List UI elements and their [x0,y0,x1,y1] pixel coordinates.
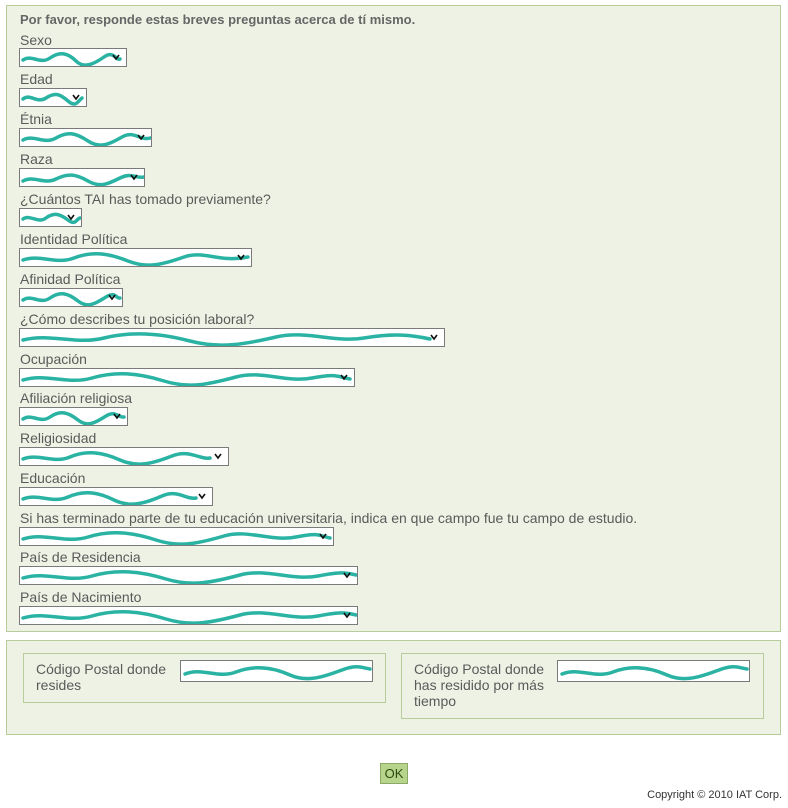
select-posicion-laboral[interactable] [19,328,445,347]
select-afiliacion-religiosa[interactable] [19,407,128,426]
chevron-down-icon [67,214,75,221]
label-ocupacion: Ocupación [20,351,87,367]
label-sexo: Sexo [20,32,52,48]
select-pais-residencia[interactable] [19,566,358,585]
chevron-down-icon [343,612,351,619]
select-ocupacion[interactable] [19,368,355,387]
label-etnia: Étnia [20,111,52,127]
label-educacion: Educación [20,470,86,486]
chevron-down-icon [113,413,121,420]
copyright-text: Copyright © 2010 IAT Corp. [647,789,782,801]
label-campo-estudio: Si has terminado parte de tu educación u… [20,510,638,526]
chevron-down-icon [319,533,327,540]
chevron-down-icon [72,94,80,101]
label-afiliacion-religiosa: Afiliación religiosa [20,390,133,406]
chevron-down-icon [430,334,438,341]
label-pais-nacimiento: País de Nacimiento [20,589,142,605]
redaction-scribble [560,665,749,681]
zip-longest-group: Código Postal donde has residido por más… [401,653,764,719]
chevron-down-icon [237,254,245,261]
select-religiosidad[interactable] [19,447,229,466]
postal-code-panel: Código Postal donde resides Código Posta… [6,640,781,735]
ok-button[interactable]: OK [380,763,408,784]
select-campo-estudio[interactable] [19,527,334,546]
zip-current-group: Código Postal donde resides [23,653,386,703]
select-educacion[interactable] [19,487,213,506]
chevron-down-icon [343,572,351,579]
demographics-panel: Por favor, responde estas breves pregunt… [6,5,781,632]
label-identidad-politica: Identidad Política [20,231,128,247]
label-edad: Edad [20,71,53,87]
intro-text: Por favor, responde estas breves pregunt… [20,12,416,27]
select-sexo[interactable] [19,48,127,67]
label-raza: Raza [20,151,53,167]
select-tai-previos[interactable] [19,208,82,227]
select-edad[interactable] [19,88,87,107]
label-tai-previos: ¿Cuántos TAI has tomado previamente? [20,191,271,207]
label-posicion-laboral: ¿Cómo describes tu posición laboral? [20,311,255,327]
select-etnia[interactable] [19,128,152,147]
chevron-down-icon [214,453,222,460]
label-pais-residencia: País de Residencia [20,549,141,565]
chevron-down-icon [130,174,138,181]
chevron-down-icon [340,374,348,381]
select-afinidad-politica[interactable] [19,288,123,307]
label-afinidad-politica: Afinidad Política [20,271,121,287]
select-raza[interactable] [19,168,145,187]
label-religiosidad: Religiosidad [20,430,97,446]
redaction-scribble [183,665,372,681]
zip-longest-label: Código Postal donde has residido por más… [414,661,544,709]
zip-current-label: Código Postal donde resides [36,661,166,693]
select-identidad-politica[interactable] [19,248,252,267]
chevron-down-icon [137,134,145,141]
chevron-down-icon [198,493,206,500]
chevron-down-icon [112,54,120,61]
chevron-down-icon [108,294,116,301]
select-pais-nacimiento[interactable] [19,606,358,625]
